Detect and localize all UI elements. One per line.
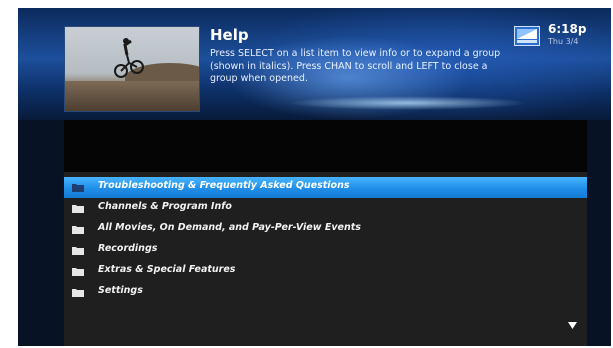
list-item-recordings[interactable]: Recordings [64,240,587,261]
list-item-label: Channels & Program Info [98,201,232,212]
list-item-extras[interactable]: Extras & Special Features [64,261,587,282]
network-logo-icon [514,26,540,46]
help-menu-list: Troubleshooting & Frequently Asked Quest… [64,172,587,346]
tv-screen: Help Press SELECT on a list item to view… [18,8,611,346]
description-panel [64,120,587,172]
folder-icon [72,205,84,213]
help-instructions: Press SELECT on a list item to view info… [210,48,501,84]
list-item-label: Settings [98,285,143,296]
clock-date: Thu 3/4 [548,37,579,46]
list-item-label: Recordings [98,243,158,254]
list-item-movies[interactable]: All Movies, On Demand, and Pay-Per-View … [64,219,587,240]
preview-thumbnail [64,26,200,112]
list-item-troubleshooting[interactable]: Troubleshooting & Frequently Asked Quest… [64,177,587,198]
folder-icon [72,268,84,276]
list-item-settings[interactable]: Settings [64,282,587,303]
list-item-label: Troubleshooting & Frequently Asked Quest… [98,180,350,191]
folder-icon [72,289,84,297]
list-item-label: All Movies, On Demand, and Pay-Per-View … [98,222,361,233]
list-item-channels[interactable]: Channels & Program Info [64,198,587,219]
page-title: Help [210,26,249,44]
bmx-rider-image [114,38,144,78]
header-light-flare [288,96,528,110]
folder-icon [72,184,84,192]
folder-icon [72,247,84,255]
scroll-down-arrow-icon[interactable] [568,322,577,329]
list-item-label: Extras & Special Features [98,264,236,275]
folder-icon [72,226,84,234]
clock-time: 6:18p [548,22,587,36]
